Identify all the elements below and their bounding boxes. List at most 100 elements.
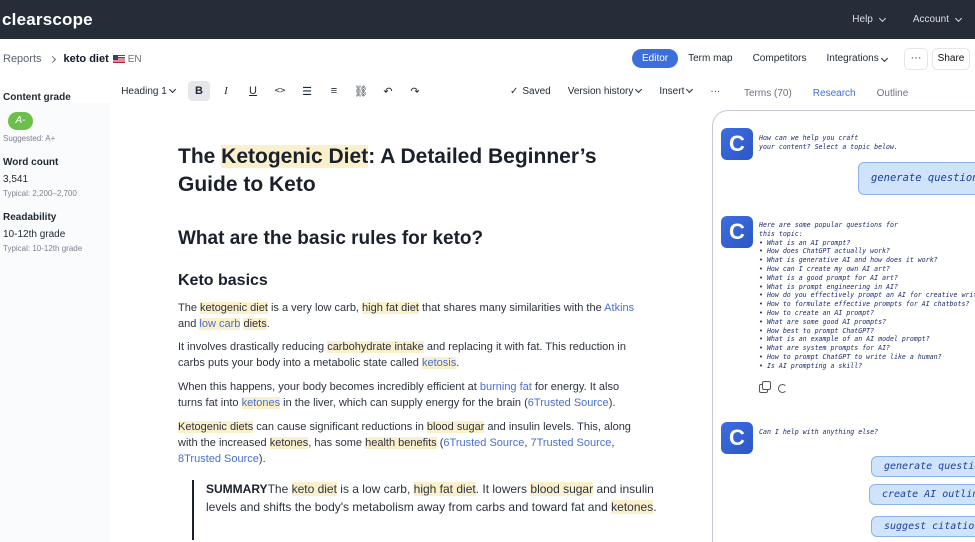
link-icon[interactable]: ⛓ xyxy=(350,81,372,101)
summary-label: SUMMARY xyxy=(206,482,268,496)
question-item: • How to prompt ChatGPT to write like a … xyxy=(759,352,942,361)
highlighted-link[interactable]: ketones xyxy=(241,397,281,409)
tab-integrations[interactable]: Integrations xyxy=(816,49,896,68)
tab-research[interactable]: Research xyxy=(813,88,856,99)
insert-label: Insert xyxy=(659,85,685,97)
highlighted-term: blood sugar xyxy=(426,421,485,433)
chevron-down-icon xyxy=(686,85,694,94)
help-menu[interactable]: Help xyxy=(852,14,886,25)
content-grade-label: Content grade xyxy=(3,92,71,103)
text: in the liver, which can supply energy fo… xyxy=(280,397,528,409)
clearscope-avatar: C xyxy=(721,216,753,248)
section-heading: What are the basic rules for keto? xyxy=(178,228,484,249)
breadcrumb-reports[interactable]: Reports xyxy=(3,53,42,65)
tab-outline[interactable]: Outline xyxy=(877,88,909,99)
document-header: Reports keto diet EN Editor Term map Com… xyxy=(0,39,975,79)
create-ai-outline-button[interactable]: create AI outline xyxy=(869,484,975,505)
numbered-list-icon[interactable]: ≡ xyxy=(323,81,345,101)
text: that shares many similarities with the xyxy=(418,302,605,314)
research-chat-panel: C How can we help you craft your content… xyxy=(712,110,975,542)
chat-line: How can we help you craft xyxy=(759,134,859,142)
refresh-icon[interactable] xyxy=(778,384,787,393)
integrations-label: Integrations xyxy=(826,53,879,64)
italic-icon[interactable]: I xyxy=(215,81,237,101)
link[interactable]: Atkins xyxy=(604,302,634,314)
highlighted-term: diets xyxy=(243,318,267,330)
tab-competitors[interactable]: Competitors xyxy=(743,49,817,68)
highlighted-term: health benefits xyxy=(365,437,437,449)
toolbar-more-button[interactable]: ··· xyxy=(710,81,720,101)
undo-icon[interactable]: ↶ xyxy=(377,81,399,101)
highlighted-term: ketones xyxy=(269,437,309,449)
highlighted-term: blood sugar xyxy=(530,482,594,496)
readability-label: Readability xyxy=(3,212,57,223)
text: is a low carb, xyxy=(336,482,414,496)
article-title: The Ketogenic Diet: A Detailed Beginner’… xyxy=(178,143,658,199)
paragraph-2: It involves drastically reducing carbohy… xyxy=(178,339,638,371)
chevron-down-icon xyxy=(635,85,643,94)
highlighted-term: Ketogenic diets xyxy=(178,421,254,433)
underline-icon[interactable]: U xyxy=(242,81,264,101)
grade-badge: A- xyxy=(8,112,33,130)
link[interactable]: burning fat xyxy=(480,381,532,393)
tab-term-map[interactable]: Term map xyxy=(678,49,742,68)
text: can cause significant reductions in xyxy=(253,421,427,433)
clearscope-avatar: C xyxy=(721,422,753,454)
heading-select[interactable]: Heading 1 xyxy=(110,81,186,101)
generate-questions-button[interactable]: generate questions xyxy=(871,456,975,477)
chevron-right-icon xyxy=(48,55,56,63)
generate-questions-button[interactable]: generate questions xyxy=(858,162,975,195)
chat-message: C Here are some popular questions for th… xyxy=(721,216,975,371)
suggested-grade: Suggested: A+ xyxy=(3,134,56,143)
share-button[interactable]: Share xyxy=(932,48,970,70)
chevron-down-icon xyxy=(954,14,963,22)
tab-editor[interactable]: Editor xyxy=(632,49,679,68)
highlighted-term: ketogenic diet xyxy=(200,302,268,314)
version-history-label: Version history xyxy=(567,85,634,97)
chat-message: C How can we help you craft your content… xyxy=(721,128,975,160)
text: and xyxy=(178,318,200,330)
source-link[interactable]: 6Trusted Source xyxy=(443,437,524,449)
chat-message-text: Here are some popular questions for this… xyxy=(759,216,975,371)
document-editor[interactable]: The Ketogenic Diet: A Detailed Beginner’… xyxy=(110,103,710,542)
question-item: • What is an example of an AI model prom… xyxy=(759,335,930,344)
word-count-label: Word count xyxy=(3,157,59,168)
more-options-button[interactable]: ··· xyxy=(904,48,928,70)
question-item: • How best to prompt ChatGPT? xyxy=(759,326,875,335)
source-link[interactable]: 8Trusted Source xyxy=(178,453,259,465)
version-history-menu[interactable]: Version history xyxy=(567,81,643,101)
source-link[interactable]: 7Trusted Source xyxy=(530,437,611,449)
source-link[interactable]: 6Trusted Source xyxy=(528,397,609,409)
tab-terms[interactable]: Terms (70) xyxy=(744,88,792,99)
chat-message-text: How can we help you craft your content? … xyxy=(759,128,975,160)
research-panel-tabs: Terms (70) Research Outline xyxy=(744,88,929,99)
text: . xyxy=(456,357,460,369)
highlighted-term: high fat diet xyxy=(413,482,476,496)
question-item: • How does ChatGPT actually work? xyxy=(759,247,891,256)
highlighted-term: keto diet xyxy=(291,482,337,496)
highlighted-term: high fat diet xyxy=(362,302,419,314)
suggest-citations-button[interactable]: suggest citations xyxy=(871,516,975,537)
code-icon[interactable]: <> xyxy=(269,81,291,101)
highlighted-link[interactable]: ketosis xyxy=(421,357,457,369)
highlighted-term: carbohydrate intake xyxy=(327,341,424,353)
chat-message: C Can I help with anything else? xyxy=(721,422,975,454)
view-tabs: Editor Term map Competitors Integrations xyxy=(632,49,897,68)
insert-menu[interactable]: Insert xyxy=(659,81,694,101)
question-item: • What is an AI prompt? xyxy=(759,238,851,247)
copy-icon[interactable] xyxy=(759,381,771,393)
check-icon: ✓ xyxy=(510,85,519,97)
chat-line: your content? Select a topic below. xyxy=(759,142,898,151)
summary-block: SUMMARYThe keto diet is a low carb, high… xyxy=(192,480,662,540)
saved-label: Saved xyxy=(522,85,551,97)
question-item: • What are some good AI prompts? xyxy=(759,317,887,326)
highlighted-link[interactable]: low carb xyxy=(199,318,241,330)
redo-icon[interactable]: ↷ xyxy=(404,81,426,101)
chat-line: Here are some popular questions for xyxy=(759,221,898,229)
bold-icon[interactable]: B xyxy=(188,81,210,101)
saved-status: ✓ Saved xyxy=(510,81,551,101)
bullet-list-icon[interactable]: ☰ xyxy=(296,81,318,101)
account-menu[interactable]: Account xyxy=(913,14,963,25)
text: ). xyxy=(608,397,616,409)
app-logo[interactable]: clearscope xyxy=(2,10,93,30)
